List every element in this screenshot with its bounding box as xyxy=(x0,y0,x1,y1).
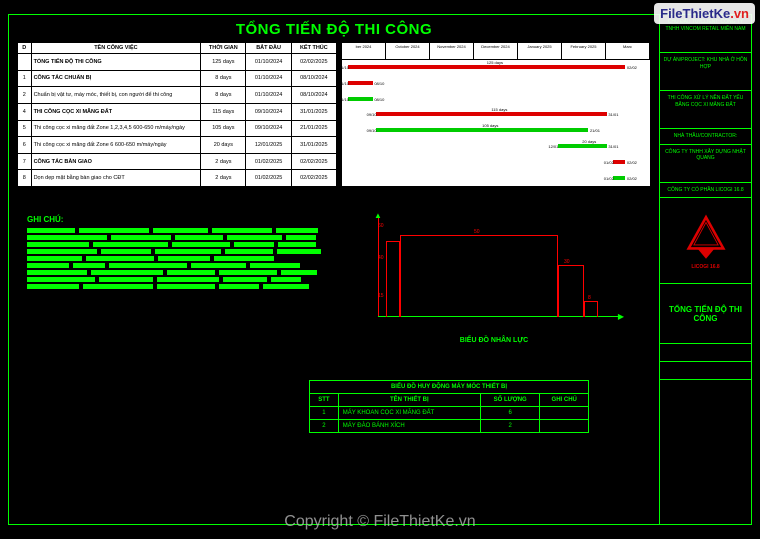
th-dur: THỜI GIAN xyxy=(201,43,246,54)
task-table: D TÊN CÔNG VIỆC THỜI GIAN BẮT ĐẦU KẾT TH… xyxy=(17,42,337,187)
notes-title: GHI CHÚ: xyxy=(27,215,337,224)
equip-row: 1MÁY KHOAN CỌC XI MĂNG ĐẤT6 xyxy=(310,407,589,420)
th-name: TÊN CÔNG VIỆC xyxy=(31,43,201,54)
gantt-row: 01/1008/10 xyxy=(342,92,650,106)
gantt-month: ber 2024 xyxy=(342,43,386,59)
task-row: 2Chuẩn bị vật tư, máy móc, thiết bị, con… xyxy=(18,87,337,104)
task-row: 6Thi công cọc xi măng đất Zone 6 600-650… xyxy=(18,137,337,154)
gantt-row: 01/0202/02 xyxy=(342,155,650,169)
gantt-month: October 2024 xyxy=(386,43,430,59)
notes-lines xyxy=(27,228,337,289)
tb-slot-2 xyxy=(660,362,751,380)
notes-line xyxy=(27,228,337,233)
gantt-row: 01/0202/02 xyxy=(342,171,650,185)
eq-th-qty: SỐ LƯỢNG xyxy=(480,394,540,407)
task-row: 5Thi công cọc xi măng đất Zone 1,2,3,4,5… xyxy=(18,120,337,137)
tb-contractor-label: NHÀ THẦU/CONTRACTOR: xyxy=(660,129,751,145)
tb-contractor: CÔNG TY TNHH XÂY DỰNG NHẬT QUANG xyxy=(660,145,751,183)
gantt-row: 115 days09/1031/01 xyxy=(342,107,650,121)
equipment-table: BIỂU ĐỒ HUY ĐỘNG MÁY MÓC THIẾT BỊ STT TÊ… xyxy=(309,380,589,433)
gantt-bar xyxy=(348,97,373,101)
notes-line xyxy=(27,249,337,254)
gantt-month: Marc xyxy=(606,43,650,59)
company-logo-icon xyxy=(680,212,732,264)
gantt-bar xyxy=(348,65,625,69)
gantt-bar xyxy=(613,176,625,180)
notes-line xyxy=(27,235,337,240)
notes-line xyxy=(27,284,337,289)
manpower-chart: ▲ ▶ 60 40 15 50 30 8 BIỂU ĐỒ NHÂN LỰC xyxy=(364,215,624,344)
tb-package: THI CÔNG XỬ LÝ NỀN ĐẤT YẾU BẰNG CỌC XI M… xyxy=(660,91,751,129)
gantt-month: November 2024 xyxy=(430,43,474,59)
notes-line xyxy=(27,277,337,282)
task-row: 8Dọn dẹp mặt bằng bàn giao cho CĐT2 days… xyxy=(18,170,337,187)
page-title: TỔNG TIẾN ĐỘ THI CÔNG xyxy=(9,15,659,42)
th-id: D xyxy=(18,43,32,54)
gantt-bar xyxy=(558,144,607,148)
eq-th-stt: STT xyxy=(310,394,339,407)
gantt-row: 01/1008/10 xyxy=(342,76,650,90)
tb-logo-label: CÔNG TY CỔ PHẦN LICOGI 16.8 xyxy=(660,183,751,199)
task-row: 1CÔNG TÁC CHUẨN BỊ8 days01/10/202408/10/… xyxy=(18,70,337,87)
th-start: BẮT ĐẦU xyxy=(246,43,291,54)
gantt-month: February 2025 xyxy=(562,43,606,59)
notes-line xyxy=(27,242,337,247)
gantt-header: ber 2024October 2024November 2024Decembe… xyxy=(341,42,651,60)
notes-line xyxy=(27,263,337,268)
notes-line xyxy=(27,256,337,261)
schedule-wrap: D TÊN CÔNG VIỆC THỜI GIAN BẮT ĐẦU KẾT TH… xyxy=(9,42,659,187)
gantt-chart: ber 2024October 2024November 2024Decembe… xyxy=(341,42,651,187)
th-end: KẾT THÚC xyxy=(291,43,336,54)
manpower-title: BIỂU ĐỒ NHÂN LỰC xyxy=(364,337,624,344)
tb-slot-3 xyxy=(660,380,751,398)
notes-block: GHI CHÚ: xyxy=(27,215,337,289)
eq-th-name: TÊN THIẾT BỊ xyxy=(338,394,480,407)
tb-project: DỰ ÁN/PROJECT: KHU NHÀ Ở HỖN HỢP xyxy=(660,53,751,91)
gantt-row: 125 days01/1002/02 xyxy=(342,60,650,74)
gantt-bar xyxy=(348,81,373,85)
equip-row: 2MÁY ĐÀO BÁNH XÍCH2 xyxy=(310,420,589,433)
gantt-month: January 2025 xyxy=(518,43,562,59)
task-row: 7CÔNG TÁC BÀN GIAO2 days01/02/202502/02/… xyxy=(18,153,337,170)
task-row: TỔNG TIẾN ĐỘ THI CÔNG125 days01/10/20240… xyxy=(18,54,337,71)
tb-logo: LICOGI 16.8 xyxy=(660,198,751,284)
gantt-body: 125 days01/1002/0201/1008/1001/1008/1011… xyxy=(341,60,651,187)
manpower-plot: ▲ ▶ 60 40 15 50 30 8 xyxy=(364,215,624,335)
equip-title: BIỂU ĐỒ HUY ĐỘNG MÁY MÓC THIẾT BỊ xyxy=(310,381,589,394)
logo-brand: LICOGI 16.8 xyxy=(691,264,719,270)
tb-slot-1 xyxy=(660,344,751,362)
eq-th-note: GHI CHÚ xyxy=(540,394,589,407)
gantt-bar xyxy=(376,112,607,116)
gantt-bar xyxy=(376,128,589,132)
gantt-row: 105 days09/1021/01 xyxy=(342,123,650,137)
gantt-month: December 2024 xyxy=(474,43,518,59)
main-area: TỔNG TIẾN ĐỘ THI CÔNG D TÊN CÔNG VIỆC TH… xyxy=(9,15,659,524)
gantt-bar xyxy=(613,160,625,164)
title-block: CHỦ ĐẦU TƯ/CLIENT: CÔNG TY TNHH VINCOM R… xyxy=(659,15,751,524)
task-row: 4THI CÔNG CỌC XI MĂNG ĐẤT115 days09/10/2… xyxy=(18,103,337,120)
watermark-logo: FileThietKe.vn xyxy=(654,3,755,24)
drawing-frame: CHỦ ĐẦU TƯ/CLIENT: CÔNG TY TNHH VINCOM R… xyxy=(8,14,752,525)
tb-sheet-title: TỔNG TIẾN ĐỘ THI CÔNG xyxy=(660,284,751,344)
gantt-row: 20 days12/0131/01 xyxy=(342,139,650,153)
notes-line xyxy=(27,270,337,275)
